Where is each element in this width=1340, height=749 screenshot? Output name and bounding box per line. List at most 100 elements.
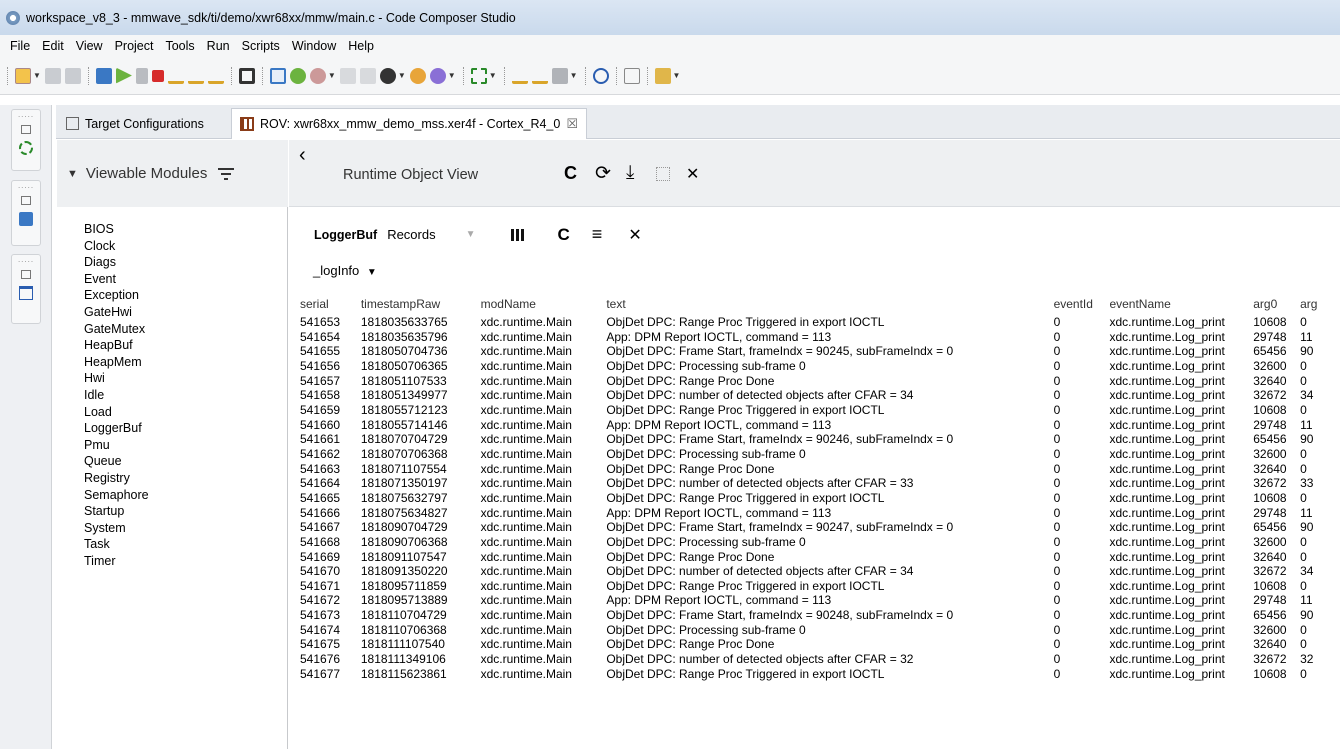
- table-row[interactable]: 541676 1818111349106 xdc.runtime.Main ObjDe…: [300, 652, 1340, 667]
- registers-icon[interactable]: [269, 67, 286, 84]
- debug-bug-dropdown-icon[interactable]: ▼: [489, 71, 497, 80]
- module-item[interactable]: Diags: [84, 254, 149, 271]
- close-tab-icon[interactable]: ☒: [566, 116, 578, 132]
- module-item[interactable]: Task: [84, 536, 149, 553]
- refresh-icon[interactable]: C: [564, 163, 577, 184]
- breakpoint-skip-icon[interactable]: [359, 67, 376, 84]
- tool-dropdown-icon[interactable]: ▼: [570, 71, 578, 80]
- module-item[interactable]: Semaphore: [84, 487, 149, 504]
- column-header[interactable]: arg: [1300, 292, 1340, 315]
- table-row[interactable]: 541664 1818071350197 xdc.runtime.Main ObjDe…: [300, 476, 1340, 491]
- registers-view-icon[interactable]: [19, 212, 33, 226]
- debug-perspective-icon[interactable]: [19, 141, 33, 155]
- module-item[interactable]: Hwi: [84, 370, 149, 387]
- module-item[interactable]: BIOS: [84, 221, 149, 238]
- asm-step-into-icon[interactable]: [511, 68, 528, 84]
- column-header[interactable]: arg0: [1253, 292, 1300, 315]
- columns-icon[interactable]: [510, 228, 524, 241]
- restore-icon[interactable]: [21, 270, 31, 279]
- build-icon[interactable]: [379, 67, 396, 84]
- module-item[interactable]: Queue: [84, 453, 149, 470]
- step-return-icon[interactable]: [207, 68, 224, 84]
- module-item[interactable]: HeapBuf: [84, 337, 149, 354]
- filter-icon[interactable]: [217, 167, 235, 181]
- column-header[interactable]: serial: [300, 292, 361, 315]
- debug-dropdown-icon[interactable]: ▼: [328, 71, 336, 80]
- table-row[interactable]: 541655 1818050704736 xdc.runtime.Main ObjDe…: [300, 344, 1340, 359]
- close-view-icon[interactable]: ✕: [686, 164, 699, 184]
- column-header[interactable]: eventName: [1109, 292, 1253, 315]
- table-row[interactable]: 541659 1818055712123 xdc.runtime.Main ObjDe…: [300, 403, 1340, 418]
- module-item[interactable]: System: [84, 520, 149, 537]
- module-item[interactable]: Load: [84, 404, 149, 421]
- save-all-icon[interactable]: [64, 67, 81, 84]
- external-dropdown-icon[interactable]: ▼: [448, 71, 456, 80]
- module-item[interactable]: GateMutex: [84, 321, 149, 338]
- view-dropdown-icon[interactable]: ▼: [466, 229, 476, 240]
- menu-file[interactable]: File: [4, 39, 36, 53]
- table-row[interactable]: 541658 1818051349977 xdc.runtime.Main ObjDe…: [300, 388, 1340, 403]
- download-icon[interactable]: ⤓: [626, 162, 634, 184]
- module-item[interactable]: GateHwi: [84, 304, 149, 321]
- new-dropdown-icon[interactable]: ▼: [33, 71, 41, 80]
- table-row[interactable]: 541660 1818055714146 xdc.runtime.Main App: …: [300, 418, 1340, 433]
- collapse-caret-icon[interactable]: ▼: [67, 168, 78, 180]
- external-tools-icon[interactable]: [429, 67, 446, 84]
- table-row[interactable]: 541675 1818111107540 xdc.runtime.Main ObjDe…: [300, 637, 1340, 652]
- menu-view[interactable]: View: [70, 39, 109, 53]
- search-icon[interactable]: [592, 67, 609, 84]
- memory-browser-icon[interactable]: [238, 67, 255, 84]
- module-item[interactable]: HeapMem: [84, 354, 149, 371]
- table-row[interactable]: 541657 1818051107533 xdc.runtime.Main ObjDe…: [300, 374, 1340, 389]
- continuous-refresh-icon[interactable]: ⟳: [595, 162, 611, 185]
- menu-tools[interactable]: Tools: [159, 39, 200, 53]
- tab-target-configurations[interactable]: Target Configurations: [58, 108, 212, 139]
- module-item[interactable]: Registry: [84, 470, 149, 487]
- tab-rov[interactable]: ROV: xwr68xx_mmw_demo_mss.xer4f - Cortex…: [231, 108, 587, 139]
- table-row[interactable]: 541668 1818090706368 xdc.runtime.Main ObjDe…: [300, 535, 1340, 550]
- menu-help[interactable]: Help: [342, 39, 380, 53]
- table-row[interactable]: 541673 1818110704729 xdc.runtime.Main ObjDe…: [300, 608, 1340, 623]
- expressions-icon[interactable]: [289, 67, 306, 84]
- menu-scripts[interactable]: Scripts: [236, 39, 286, 53]
- terminate-icon[interactable]: [151, 69, 164, 82]
- column-header[interactable]: text: [606, 292, 1053, 315]
- table-row[interactable]: 541661 1818070704729 xdc.runtime.Main ObjDe…: [300, 432, 1340, 447]
- restore-icon[interactable]: [21, 125, 31, 134]
- table-row[interactable]: 541656 1818050706365 xdc.runtime.Main ObjDe…: [300, 359, 1340, 374]
- module-item[interactable]: Startup: [84, 503, 149, 520]
- table-row[interactable]: 541674 1818110706368 xdc.runtime.Main ObjDe…: [300, 623, 1340, 638]
- table-row[interactable]: 541671 1818095711859 xdc.runtime.Main ObjDe…: [300, 579, 1340, 594]
- module-item[interactable]: Idle: [84, 387, 149, 404]
- close-records-icon[interactable]: ✕: [628, 225, 641, 245]
- view-select[interactable]: Records: [387, 227, 435, 242]
- module-item[interactable]: Event: [84, 271, 149, 288]
- table-row[interactable]: 541666 1818075634827 xdc.runtime.Main App: …: [300, 506, 1340, 521]
- table-row[interactable]: 541665 1818075632797 xdc.runtime.Main ObjDe…: [300, 491, 1340, 506]
- debug-view-icon[interactable]: [95, 67, 112, 84]
- column-header[interactable]: modName: [481, 292, 607, 315]
- table-row[interactable]: 541653 1818035633765 xdc.runtime.Main ObjDe…: [300, 315, 1340, 330]
- menu-icon[interactable]: ≡: [592, 224, 603, 245]
- window-view-icon[interactable]: [19, 286, 33, 300]
- breakpoint-icon[interactable]: [339, 67, 356, 84]
- build-dropdown-icon[interactable]: ▼: [398, 71, 406, 80]
- menu-edit[interactable]: Edit: [36, 39, 70, 53]
- instance-selector[interactable]: _logInfo ▼: [313, 263, 377, 278]
- asm-step-over-icon[interactable]: [531, 68, 548, 84]
- module-item[interactable]: Timer: [84, 553, 149, 570]
- instance-dropdown-icon[interactable]: ▼: [367, 267, 377, 278]
- table-row[interactable]: 541670 1818091350220 xdc.runtime.Main ObjDe…: [300, 564, 1340, 579]
- clone-view-icon[interactable]: [656, 167, 670, 181]
- module-item[interactable]: Exception: [84, 287, 149, 304]
- resume-icon[interactable]: [115, 67, 132, 84]
- table-row[interactable]: 541677 1818115623861 xdc.runtime.Main ObjDe…: [300, 667, 1340, 682]
- module-item[interactable]: LoggerBuf: [84, 420, 149, 437]
- column-header[interactable]: eventId: [1054, 292, 1110, 315]
- step-over-icon[interactable]: [187, 68, 204, 84]
- table-row[interactable]: 541672 1818095713889 xdc.runtime.Main App: …: [300, 593, 1340, 608]
- debug-bug-icon[interactable]: [470, 67, 487, 84]
- restore-icon[interactable]: [21, 196, 31, 205]
- pen-icon[interactable]: [654, 67, 671, 84]
- refresh-records-icon[interactable]: C: [558, 225, 570, 245]
